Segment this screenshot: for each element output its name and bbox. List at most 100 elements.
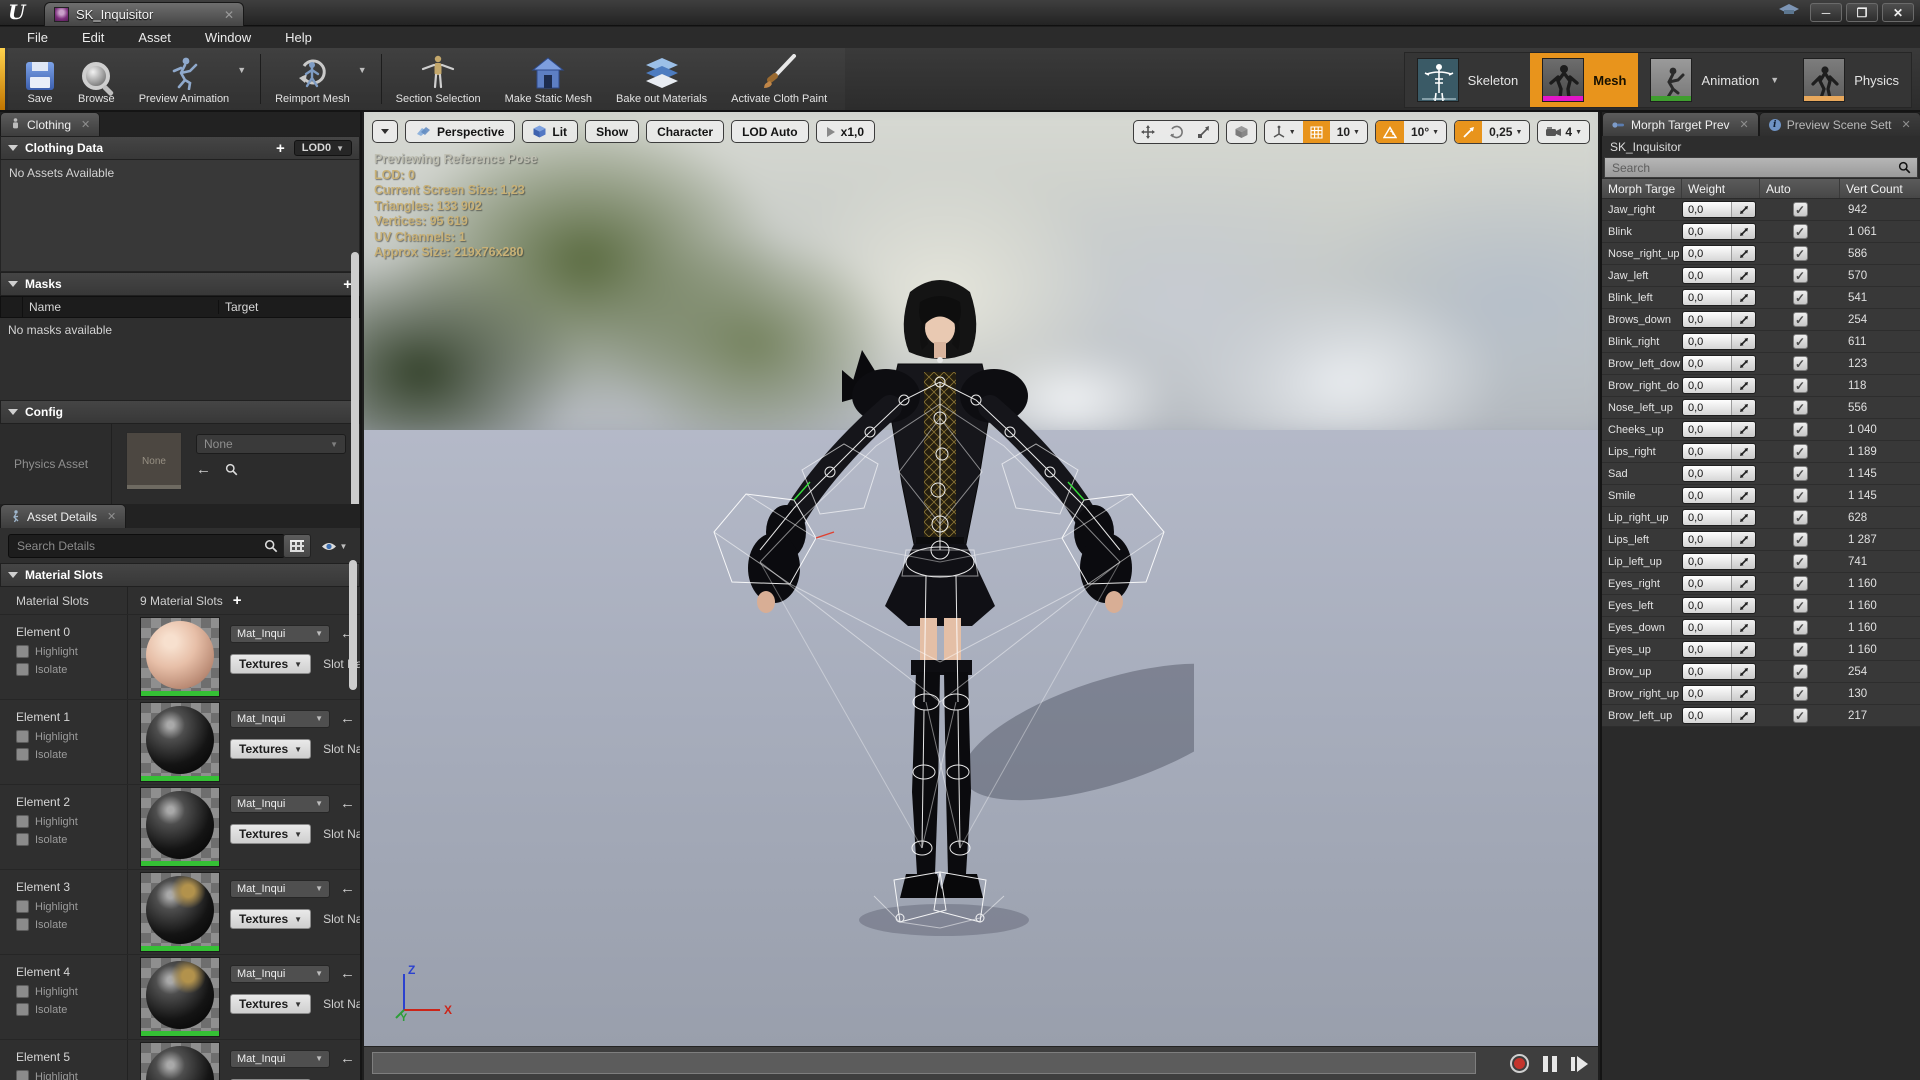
chevron-down-icon[interactable]: ▼ (237, 65, 246, 75)
camera-speed-button[interactable]: 4 ▼ (1538, 121, 1589, 143)
asset-details-scrollbar[interactable] (349, 560, 357, 690)
weight-value[interactable]: 0,0 (1683, 378, 1731, 393)
masks-header[interactable]: Masks + (0, 272, 360, 296)
scale-snap-value[interactable]: 0,25 ▼ (1482, 121, 1529, 143)
weight-value[interactable]: 0,0 (1683, 246, 1731, 261)
morph-target-row[interactable]: Brow_left_up 0,0 ✓ 217 (1602, 705, 1920, 727)
weight-spinbox[interactable]: 0,0 (1682, 245, 1756, 262)
material-dropdown[interactable]: Mat_Inqui ▼ (230, 709, 330, 728)
clothing-scrollbar[interactable] (351, 252, 359, 504)
grid-snap-value[interactable]: 10 ▼ (1330, 121, 1367, 143)
morph-target-row[interactable]: Lips_left 0,0 ✓ 1 287 (1602, 529, 1920, 551)
material-thumbnail[interactable] (140, 872, 220, 952)
morph-target-row[interactable]: Blink_left 0,0 ✓ 541 (1602, 287, 1920, 309)
rotation-snap-toggle[interactable] (1375, 121, 1404, 143)
translate-tool-button[interactable] (1134, 121, 1162, 143)
weight-spinbox[interactable]: 0,0 (1682, 531, 1756, 548)
weight-spinbox[interactable]: 0,0 (1682, 333, 1756, 350)
highlight-checkbox[interactable] (16, 985, 29, 998)
close-icon[interactable]: ✕ (1901, 118, 1910, 131)
morph-target-row[interactable]: Jaw_right 0,0 ✓ 942 (1602, 199, 1920, 221)
material-dropdown[interactable]: Mat_Inqui ▼ (230, 879, 330, 898)
auto-checkbox[interactable]: ✓ (1792, 466, 1808, 481)
bake-out-materials-button[interactable]: Bake out Materials (604, 48, 719, 110)
drag-handle-icon[interactable] (1731, 686, 1755, 701)
drag-handle-icon[interactable] (1731, 510, 1755, 525)
add-clothing-data-icon[interactable]: + (276, 141, 285, 156)
material-thumbnail[interactable] (140, 957, 220, 1037)
perspective-button[interactable]: Perspective (405, 120, 516, 143)
view-options-button[interactable]: ▼ (316, 534, 352, 558)
column-name[interactable]: Name (23, 300, 219, 314)
weight-value[interactable]: 0,0 (1683, 268, 1731, 283)
weight-value[interactable]: 0,0 (1683, 202, 1731, 217)
drag-handle-icon[interactable] (1731, 224, 1755, 239)
weight-value[interactable]: 0,0 (1683, 224, 1731, 239)
weight-value[interactable]: 0,0 (1683, 400, 1731, 415)
auto-checkbox[interactable]: ✓ (1792, 312, 1808, 327)
column-weight[interactable]: Weight (1682, 179, 1760, 198)
morph-target-row[interactable]: Lips_right 0,0 ✓ 1 189 (1602, 441, 1920, 463)
mode-mesh[interactable]: Mesh (1530, 53, 1639, 107)
auto-checkbox[interactable]: ✓ (1792, 488, 1808, 503)
auto-checkbox[interactable]: ✓ (1792, 510, 1808, 525)
weight-value[interactable]: 0,0 (1683, 642, 1731, 657)
chevron-down-icon[interactable]: ▼ (1770, 75, 1779, 85)
lit-button[interactable]: Lit (522, 120, 579, 143)
drag-handle-icon[interactable] (1731, 268, 1755, 283)
use-selected-arrow-icon[interactable]: ← (196, 461, 211, 478)
pause-button[interactable] (1543, 1055, 1557, 1072)
search-details-input[interactable] (8, 534, 285, 558)
chevron-down-icon[interactable]: ▼ (358, 65, 367, 75)
scale-snap-toggle[interactable] (1455, 121, 1483, 143)
drag-handle-icon[interactable] (1731, 466, 1755, 481)
add-material-slot-icon[interactable]: + (233, 593, 242, 608)
tab-asset-details[interactable]: Asset Details ✕ (0, 504, 127, 528)
auto-checkbox[interactable]: ✓ (1792, 422, 1808, 437)
drag-handle-icon[interactable] (1731, 422, 1755, 437)
auto-checkbox[interactable]: ✓ (1792, 576, 1808, 591)
morph-search-input[interactable] (1605, 160, 1898, 175)
weight-value[interactable]: 0,0 (1683, 708, 1731, 723)
weight-spinbox[interactable]: 0,0 (1682, 487, 1756, 504)
weight-spinbox[interactable]: 0,0 (1682, 289, 1756, 306)
textures-dropdown[interactable]: Textures ▼ (230, 824, 312, 844)
close-icon[interactable]: ✕ (107, 510, 116, 523)
use-selected-arrow-icon[interactable]: ← (340, 1050, 355, 1067)
use-selected-arrow-icon[interactable]: ← (340, 965, 355, 982)
mode-animation[interactable]: Animation ▼ (1638, 53, 1791, 107)
morph-search-box[interactable] (1604, 157, 1918, 178)
morph-target-row[interactable]: Nose_left_up 0,0 ✓ 556 (1602, 397, 1920, 419)
weight-spinbox[interactable]: 0,0 (1682, 311, 1756, 328)
auto-checkbox[interactable]: ✓ (1792, 686, 1808, 701)
weight-spinbox[interactable]: 0,0 (1682, 443, 1756, 460)
material-dropdown[interactable]: Mat_Inqui ▼ (230, 1049, 330, 1068)
auto-checkbox[interactable]: ✓ (1792, 620, 1808, 635)
timeline-scrubber[interactable] (372, 1052, 1476, 1074)
isolate-checkbox[interactable] (16, 1003, 29, 1016)
material-thumbnail[interactable] (140, 787, 220, 867)
minimize-button[interactable]: ─ (1810, 3, 1842, 22)
auto-checkbox[interactable]: ✓ (1792, 202, 1808, 217)
material-dropdown[interactable]: Mat_Inqui ▼ (230, 624, 330, 643)
use-selected-arrow-icon[interactable]: ← (340, 710, 355, 727)
character-button[interactable]: Character (646, 120, 725, 143)
weight-spinbox[interactable]: 0,0 (1682, 355, 1756, 372)
weight-value[interactable]: 0,0 (1683, 554, 1731, 569)
morph-target-row[interactable]: Brow_left_dow 0,0 ✓ 123 (1602, 353, 1920, 375)
show-button[interactable]: Show (585, 120, 640, 143)
weight-spinbox[interactable]: 0,0 (1682, 663, 1756, 680)
browse-button[interactable]: Browse (66, 48, 127, 110)
weight-value[interactable]: 0,0 (1683, 312, 1731, 327)
isolate-checkbox[interactable] (16, 748, 29, 761)
column-vert-count[interactable]: Vert Count (1840, 179, 1920, 198)
drag-handle-icon[interactable] (1731, 554, 1755, 569)
morph-target-row[interactable]: Eyes_left 0,0 ✓ 1 160 (1602, 595, 1920, 617)
material-thumbnail[interactable] (140, 702, 220, 782)
drag-handle-icon[interactable] (1731, 664, 1755, 679)
highlight-checkbox[interactable] (16, 645, 29, 658)
weight-spinbox[interactable]: 0,0 (1682, 553, 1756, 570)
rotate-tool-button[interactable] (1162, 121, 1190, 143)
save-button[interactable]: Save (14, 48, 66, 110)
drag-handle-icon[interactable] (1731, 576, 1755, 591)
